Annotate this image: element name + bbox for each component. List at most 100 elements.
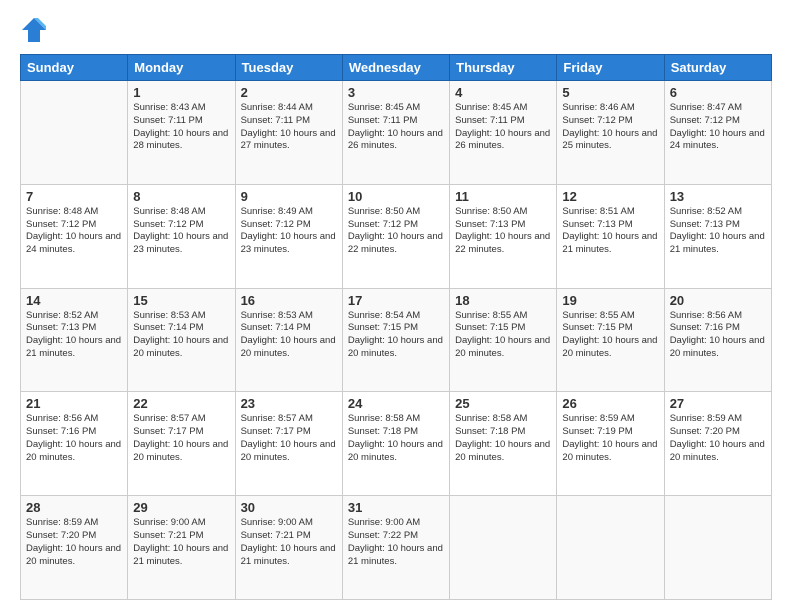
day-number: 1: [133, 85, 229, 100]
calendar-cell: 29 Sunrise: 9:00 AMSunset: 7:21 PMDayligh…: [128, 496, 235, 600]
calendar-cell: 17 Sunrise: 8:54 AMSunset: 7:15 PMDayligh…: [342, 288, 449, 392]
cell-info: Sunrise: 9:00 AMSunset: 7:22 PMDaylight:…: [348, 517, 444, 568]
cell-info: Sunrise: 8:57 AMSunset: 7:17 PMDaylight:…: [241, 413, 337, 464]
day-number: 2: [241, 85, 337, 100]
cell-info: Sunrise: 9:00 AMSunset: 7:21 PMDaylight:…: [133, 517, 229, 568]
page: SundayMondayTuesdayWednesdayThursdayFrid…: [0, 0, 792, 612]
calendar-cell: 26 Sunrise: 8:59 AMSunset: 7:19 PMDayligh…: [557, 392, 664, 496]
cell-info: Sunrise: 8:44 AMSunset: 7:11 PMDaylight:…: [241, 102, 337, 153]
cell-info: Sunrise: 8:48 AMSunset: 7:12 PMDaylight:…: [26, 206, 122, 257]
calendar-header-row: SundayMondayTuesdayWednesdayThursdayFrid…: [21, 55, 772, 81]
day-number: 15: [133, 293, 229, 308]
cell-info: Sunrise: 8:59 AMSunset: 7:19 PMDaylight:…: [562, 413, 658, 464]
day-number: 14: [26, 293, 122, 308]
day-number: 9: [241, 189, 337, 204]
day-number: 30: [241, 500, 337, 515]
cell-info: Sunrise: 8:53 AMSunset: 7:14 PMDaylight:…: [133, 310, 229, 361]
calendar-cell: 30 Sunrise: 9:00 AMSunset: 7:21 PMDayligh…: [235, 496, 342, 600]
day-number: 18: [455, 293, 551, 308]
calendar-cell: 10 Sunrise: 8:50 AMSunset: 7:12 PMDayligh…: [342, 184, 449, 288]
cell-info: Sunrise: 8:51 AMSunset: 7:13 PMDaylight:…: [562, 206, 658, 257]
cell-info: Sunrise: 8:49 AMSunset: 7:12 PMDaylight:…: [241, 206, 337, 257]
day-number: 5: [562, 85, 658, 100]
day-number: 12: [562, 189, 658, 204]
header: [20, 16, 772, 44]
calendar-cell: [450, 496, 557, 600]
day-number: 7: [26, 189, 122, 204]
cell-info: Sunrise: 8:48 AMSunset: 7:12 PMDaylight:…: [133, 206, 229, 257]
cell-info: Sunrise: 8:59 AMSunset: 7:20 PMDaylight:…: [26, 517, 122, 568]
calendar-cell: 18 Sunrise: 8:55 AMSunset: 7:15 PMDayligh…: [450, 288, 557, 392]
calendar-week-4: 28Sunrise: 8:59 AMSunset: 7:20 PMDayligh…: [21, 496, 772, 600]
day-number: 10: [348, 189, 444, 204]
cell-info: Sunrise: 8:45 AMSunset: 7:11 PMDaylight:…: [455, 102, 551, 153]
logo-icon: [20, 16, 48, 44]
day-number: 26: [562, 396, 658, 411]
calendar-week-2: 14 Sunrise: 8:52 AMSunset: 7:13 PMDayligh…: [21, 288, 772, 392]
cell-info: Sunrise: 8:59 AMSunset: 7:20 PMDaylight:…: [670, 413, 766, 464]
calendar-week-3: 21 Sunrise: 8:56 AMSunset: 7:16 PMDayligh…: [21, 392, 772, 496]
calendar-cell: 24Sunrise: 8:58 AMSunset: 7:18 PMDayligh…: [342, 392, 449, 496]
calendar-cell: 19Sunrise: 8:55 AMSunset: 7:15 PMDayligh…: [557, 288, 664, 392]
day-number: 13: [670, 189, 766, 204]
day-header-saturday: Saturday: [664, 55, 771, 81]
day-number: 22: [133, 396, 229, 411]
calendar-cell: 12 Sunrise: 8:51 AMSunset: 7:13 PMDayligh…: [557, 184, 664, 288]
calendar-cell: 6Sunrise: 8:47 AMSunset: 7:12 PMDaylight…: [664, 81, 771, 185]
day-number: 21: [26, 396, 122, 411]
cell-info: Sunrise: 8:54 AMSunset: 7:15 PMDaylight:…: [348, 310, 444, 361]
calendar-cell: 23Sunrise: 8:57 AMSunset: 7:17 PMDayligh…: [235, 392, 342, 496]
cell-info: Sunrise: 8:50 AMSunset: 7:13 PMDaylight:…: [455, 206, 551, 257]
cell-info: Sunrise: 8:52 AMSunset: 7:13 PMDaylight:…: [26, 310, 122, 361]
calendar-cell: 13Sunrise: 8:52 AMSunset: 7:13 PMDayligh…: [664, 184, 771, 288]
calendar-cell: 7 Sunrise: 8:48 AMSunset: 7:12 PMDaylight…: [21, 184, 128, 288]
day-header-thursday: Thursday: [450, 55, 557, 81]
calendar-cell: 4 Sunrise: 8:45 AMSunset: 7:11 PMDaylight…: [450, 81, 557, 185]
day-number: 17: [348, 293, 444, 308]
cell-info: Sunrise: 9:00 AMSunset: 7:21 PMDaylight:…: [241, 517, 337, 568]
day-number: 31: [348, 500, 444, 515]
calendar-cell: 15 Sunrise: 8:53 AMSunset: 7:14 PMDayligh…: [128, 288, 235, 392]
day-number: 4: [455, 85, 551, 100]
calendar-cell: 25 Sunrise: 8:58 AMSunset: 7:18 PMDayligh…: [450, 392, 557, 496]
calendar-cell: 27Sunrise: 8:59 AMSunset: 7:20 PMDayligh…: [664, 392, 771, 496]
cell-info: Sunrise: 8:47 AMSunset: 7:12 PMDaylight:…: [670, 102, 766, 153]
day-header-sunday: Sunday: [21, 55, 128, 81]
day-number: 11: [455, 189, 551, 204]
calendar-cell: [664, 496, 771, 600]
cell-info: Sunrise: 8:53 AMSunset: 7:14 PMDaylight:…: [241, 310, 337, 361]
day-number: 3: [348, 85, 444, 100]
day-number: 20: [670, 293, 766, 308]
day-number: 29: [133, 500, 229, 515]
cell-info: Sunrise: 8:43 AMSunset: 7:11 PMDaylight:…: [133, 102, 229, 153]
calendar-cell: [21, 81, 128, 185]
cell-info: Sunrise: 8:56 AMSunset: 7:16 PMDaylight:…: [26, 413, 122, 464]
calendar-cell: 22Sunrise: 8:57 AMSunset: 7:17 PMDayligh…: [128, 392, 235, 496]
cell-info: Sunrise: 8:55 AMSunset: 7:15 PMDaylight:…: [562, 310, 658, 361]
cell-info: Sunrise: 8:50 AMSunset: 7:12 PMDaylight:…: [348, 206, 444, 257]
cell-info: Sunrise: 8:56 AMSunset: 7:16 PMDaylight:…: [670, 310, 766, 361]
day-number: 24: [348, 396, 444, 411]
day-header-friday: Friday: [557, 55, 664, 81]
calendar-cell: 1 Sunrise: 8:43 AMSunset: 7:11 PMDaylight…: [128, 81, 235, 185]
calendar-cell: 21 Sunrise: 8:56 AMSunset: 7:16 PMDayligh…: [21, 392, 128, 496]
calendar-cell: 14 Sunrise: 8:52 AMSunset: 7:13 PMDayligh…: [21, 288, 128, 392]
cell-info: Sunrise: 8:46 AMSunset: 7:12 PMDaylight:…: [562, 102, 658, 153]
day-number: 8: [133, 189, 229, 204]
calendar-cell: 5 Sunrise: 8:46 AMSunset: 7:12 PMDaylight…: [557, 81, 664, 185]
calendar-week-0: 1 Sunrise: 8:43 AMSunset: 7:11 PMDaylight…: [21, 81, 772, 185]
calendar-cell: 8 Sunrise: 8:48 AMSunset: 7:12 PMDaylight…: [128, 184, 235, 288]
cell-info: Sunrise: 8:55 AMSunset: 7:15 PMDaylight:…: [455, 310, 551, 361]
calendar-cell: 9 Sunrise: 8:49 AMSunset: 7:12 PMDaylight…: [235, 184, 342, 288]
calendar: SundayMondayTuesdayWednesdayThursdayFrid…: [20, 54, 772, 600]
calendar-cell: 3Sunrise: 8:45 AMSunset: 7:11 PMDaylight…: [342, 81, 449, 185]
calendar-week-1: 7 Sunrise: 8:48 AMSunset: 7:12 PMDaylight…: [21, 184, 772, 288]
cell-info: Sunrise: 8:58 AMSunset: 7:18 PMDaylight:…: [455, 413, 551, 464]
day-header-monday: Monday: [128, 55, 235, 81]
day-number: 25: [455, 396, 551, 411]
calendar-cell: 16Sunrise: 8:53 AMSunset: 7:14 PMDayligh…: [235, 288, 342, 392]
calendar-cell: 11 Sunrise: 8:50 AMSunset: 7:13 PMDayligh…: [450, 184, 557, 288]
logo: [20, 16, 52, 44]
calendar-cell: [557, 496, 664, 600]
calendar-cell: 2 Sunrise: 8:44 AMSunset: 7:11 PMDaylight…: [235, 81, 342, 185]
